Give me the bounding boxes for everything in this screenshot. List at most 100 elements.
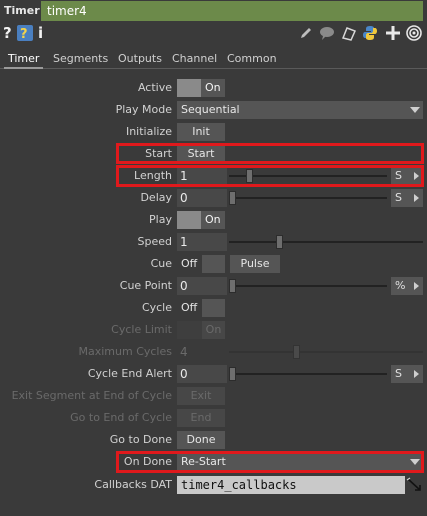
param-initialize: Initialize Init — [0, 122, 427, 142]
maximum-cycles-value-field: 4 — [180, 345, 188, 359]
unit-label: S — [395, 367, 402, 380]
param-length: Length 1 S — [0, 166, 427, 186]
cycle-end-alert-slider-handle[interactable] — [229, 367, 236, 381]
cue-pulse-button[interactable]: Pulse — [230, 255, 280, 273]
edit-pencil-icon[interactable] — [298, 25, 314, 41]
python-help-icon[interactable]: ? — [17, 25, 33, 42]
cycle-end-alert-unit-menu[interactable]: S — [391, 365, 423, 383]
toggle-value: On — [205, 213, 221, 226]
delay-value-field[interactable]: 0 — [177, 189, 227, 207]
exit-button: Exit — [177, 387, 225, 405]
length-unit-menu[interactable]: S — [391, 167, 423, 185]
unit-arrow-icon — [414, 172, 419, 180]
callbacks-dat-field[interactable]: timer4_callbacks — [177, 476, 405, 494]
param-label: Active — [137, 81, 172, 94]
active-toggle[interactable]: On — [177, 79, 225, 97]
param-delay: Delay 0 S — [0, 188, 427, 208]
param-cycle-limit: Cycle Limit On — [0, 320, 427, 340]
tab-common[interactable]: Common — [227, 48, 277, 70]
toggle-knob — [177, 211, 201, 229]
param-label: Exit Segment at End of Cycle — [11, 389, 172, 402]
unit-arrow-icon — [414, 370, 419, 378]
maximum-cycles-slider-track — [229, 351, 423, 353]
title-bar: Timer timer4 — [0, 0, 427, 22]
play-toggle[interactable]: On — [177, 211, 225, 229]
param-play: Play On — [0, 210, 427, 230]
param-label: Go to Done — [109, 433, 172, 446]
toggle-knob — [177, 79, 201, 97]
python-icon[interactable] — [362, 25, 378, 41]
param-play-mode: Play Mode Sequential — [0, 100, 427, 120]
operator-type-label: Timer — [4, 4, 40, 17]
operator-name-field[interactable]: timer4 — [41, 1, 423, 21]
toggle-knob — [202, 255, 225, 273]
clone-glyph — [341, 27, 357, 41]
cue-point-slider-handle[interactable] — [229, 279, 236, 293]
param-exit-segment: Exit Segment at End of Cycle Exit — [0, 386, 427, 406]
param-label: Delay — [140, 191, 172, 204]
clone-icon[interactable] — [341, 25, 357, 41]
on-done-menu[interactable]: Re-Start — [177, 453, 423, 471]
help-icon[interactable]: ? — [3, 22, 12, 44]
svg-text:?: ? — [20, 27, 28, 41]
toggle-value: Off — [181, 301, 198, 314]
parameter-tabs: Timer Segments Outputs Channel Common — [0, 48, 427, 70]
param-label: Play — [149, 213, 172, 226]
info-icon[interactable]: i — [38, 22, 43, 44]
start-button[interactable]: Start — [177, 145, 225, 163]
maximum-cycles-slider-handle — [293, 345, 300, 359]
cue-point-slider-track[interactable] — [229, 285, 387, 287]
param-label: Play Mode — [115, 103, 172, 116]
param-label: Go to End of Cycle — [70, 411, 172, 424]
param-label: Cycle Limit — [111, 323, 172, 336]
param-go-to-end: Go to End of Cycle End — [0, 408, 427, 428]
speed-slider-track[interactable] — [229, 241, 423, 243]
param-cue-point: Cue Point 0 % — [0, 276, 427, 296]
cue-point-value-field[interactable]: 0 — [177, 277, 227, 295]
param-label: Cue — [150, 257, 172, 270]
param-label: On Done — [123, 455, 172, 468]
icon-bar: ? ? i — [0, 22, 427, 44]
unit-label: % — [395, 279, 406, 292]
dat-link-arrow-icon[interactable] — [406, 477, 424, 496]
tab-channel[interactable]: Channel — [172, 48, 217, 70]
length-value-field[interactable]: 1 — [177, 167, 227, 185]
menu-value: Sequential — [181, 103, 240, 116]
parameter-panel: Active On Play Mode Sequential Initializ… — [0, 72, 427, 516]
pencil-glyph — [301, 28, 311, 38]
cycle-end-alert-value-field[interactable]: 0 — [177, 365, 227, 383]
cue-toggle[interactable]: Off — [177, 255, 225, 273]
length-slider-handle[interactable] — [246, 169, 253, 183]
delay-slider-handle[interactable] — [229, 191, 236, 205]
viewer-target-icon[interactable] — [406, 25, 422, 41]
add-parameter-icon[interactable] — [385, 25, 401, 41]
tab-segments[interactable]: Segments — [53, 48, 108, 70]
unit-arrow-icon — [414, 194, 419, 202]
cycle-toggle[interactable]: Off — [177, 299, 225, 317]
param-label: Start — [145, 147, 172, 160]
cycle-limit-toggle: On — [177, 321, 225, 339]
init-button[interactable]: Init — [177, 123, 225, 141]
param-callbacks-dat: Callbacks DAT timer4_callbacks — [0, 475, 427, 495]
speed-slider-handle[interactable] — [276, 235, 283, 249]
param-on-done: On Done Re-Start — [0, 452, 427, 472]
speed-value-field[interactable]: 1 — [177, 233, 227, 251]
tab-divider — [0, 68, 427, 69]
link-arrow-glyph — [406, 477, 421, 491]
param-active: Active On — [0, 78, 427, 98]
cycle-end-alert-slider-track[interactable] — [229, 373, 387, 375]
python-help-glyph: ? — [20, 27, 28, 42]
done-button[interactable]: Done — [177, 431, 225, 449]
cue-point-unit-menu[interactable]: % — [391, 277, 423, 295]
tab-outputs[interactable]: Outputs — [118, 48, 162, 70]
param-go-to-done: Go to Done Done — [0, 430, 427, 450]
toggle-value: On — [202, 321, 225, 339]
delay-slider-track[interactable] — [229, 197, 387, 199]
python-glyph — [363, 26, 377, 40]
play-mode-menu[interactable]: Sequential — [177, 101, 423, 119]
comment-icon[interactable] — [319, 25, 335, 41]
toggle-value: On — [205, 81, 221, 94]
param-start: Start Start — [0, 144, 427, 164]
delay-unit-menu[interactable]: S — [391, 189, 423, 207]
param-label: Callbacks DAT — [94, 478, 172, 491]
